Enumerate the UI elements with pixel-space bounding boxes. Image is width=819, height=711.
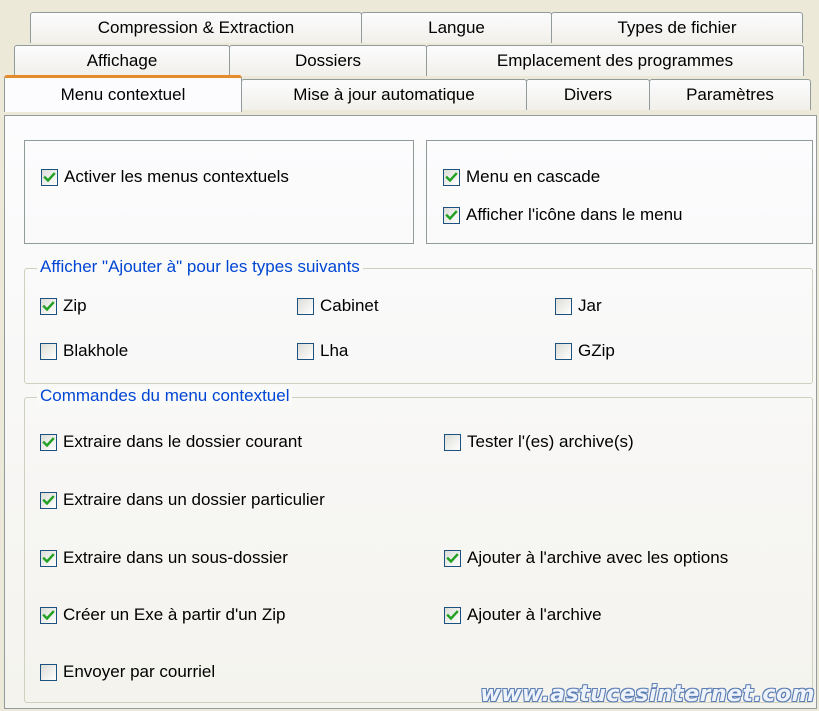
checkbox-icon[interactable] <box>444 549 461 567</box>
checkbox-icon[interactable] <box>443 206 460 224</box>
tab-menu-contextuel[interactable]: Menu contextuel <box>4 75 242 112</box>
extract-subfolder-checkbox[interactable]: Extraire dans un sous-dossier <box>40 548 288 568</box>
context-commands-legend: Commandes du menu contextuel <box>37 386 293 406</box>
extract-current-folder-checkbox[interactable]: Extraire dans le dossier courant <box>40 432 302 452</box>
cascade-menu-label: Menu en cascade <box>466 167 601 186</box>
tab-emplacement-des-programmes[interactable]: Emplacement des programmes <box>426 45 804 76</box>
extract-specific-folder-checkbox[interactable]: Extraire dans un dossier particulier <box>40 490 325 510</box>
checkbox-icon[interactable] <box>40 663 57 681</box>
command-label: Envoyer par courriel <box>63 662 216 681</box>
type-label: Blakhole <box>63 341 129 360</box>
type-label: GZip <box>578 341 615 360</box>
context-commands-group: Commandes du menu contextuel Extraire da… <box>24 386 813 703</box>
cascade-menu-checkbox[interactable]: Menu en cascade <box>443 167 600 187</box>
show-icon-label: Afficher l'icône dans le menu <box>466 205 683 224</box>
add-archive-checkbox[interactable]: Ajouter à l'archive <box>444 605 602 625</box>
checkbox-icon[interactable] <box>40 491 57 509</box>
create-exe-checkbox[interactable]: Créer un Exe à partir d'un Zip <box>40 605 285 625</box>
type-jar-checkbox[interactable]: Jar <box>555 296 602 316</box>
watermark-text: www.astucesinternet.com <box>480 682 815 707</box>
tab-types-de-fichier[interactable]: Types de fichier <box>551 12 803 43</box>
tab-langue[interactable]: Langue <box>361 12 552 43</box>
checkbox-icon[interactable] <box>40 297 57 315</box>
type-blakhole-checkbox[interactable]: Blakhole <box>40 341 128 361</box>
type-lha-checkbox[interactable]: Lha <box>297 341 348 361</box>
checkbox-icon[interactable] <box>41 168 58 186</box>
type-label: Zip <box>63 296 87 315</box>
type-label: Cabinet <box>320 296 379 315</box>
show-icon-checkbox[interactable]: Afficher l'icône dans le menu <box>443 205 683 225</box>
checkbox-icon[interactable] <box>444 433 461 451</box>
type-zip-checkbox[interactable]: Zip <box>40 296 87 316</box>
type-label: Jar <box>578 296 602 315</box>
checkbox-icon[interactable] <box>40 433 57 451</box>
command-label: Extraire dans le dossier courant <box>63 432 303 451</box>
command-label: Créer un Exe à partir d'un Zip <box>63 605 286 624</box>
enable-context-menu-box: Activer les menus contextuels <box>24 140 414 244</box>
type-gzip-checkbox[interactable]: GZip <box>555 341 615 361</box>
checkbox-icon[interactable] <box>40 342 57 360</box>
command-label: Tester l'(es) archive(s) <box>467 432 634 451</box>
command-label: Ajouter à l'archive avec les options <box>467 548 729 567</box>
tab-dossiers[interactable]: Dossiers <box>229 45 427 76</box>
tab-compression-extraction[interactable]: Compression & Extraction <box>30 12 362 43</box>
tab-row-2: Affichage Dossiers Emplacement des progr… <box>14 45 804 76</box>
checkbox-icon[interactable] <box>40 606 57 624</box>
tab-divers[interactable]: Divers <box>526 79 650 110</box>
command-label: Extraire dans un sous-dossier <box>63 548 288 567</box>
send-email-checkbox[interactable]: Envoyer par courriel <box>40 662 215 682</box>
type-cabinet-checkbox[interactable]: Cabinet <box>297 296 379 316</box>
enable-context-menu-checkbox[interactable]: Activer les menus contextuels <box>41 167 289 187</box>
tab-row-3: Menu contextuel Mise à jour automatique … <box>4 75 811 112</box>
cascade-options-box: Menu en cascade Afficher l'icône dans le… <box>426 140 813 244</box>
type-label: Lha <box>320 341 349 360</box>
command-label: Ajouter à l'archive <box>467 605 602 624</box>
checkbox-icon[interactable] <box>555 297 572 315</box>
enable-context-menu-label: Activer les menus contextuels <box>64 167 289 186</box>
add-to-types-legend: Afficher "Ajouter à" pour les types suiv… <box>37 257 363 277</box>
add-to-types-group: Afficher "Ajouter à" pour les types suiv… <box>24 257 813 384</box>
checkbox-icon[interactable] <box>555 342 572 360</box>
checkbox-icon[interactable] <box>297 342 314 360</box>
add-archive-options-checkbox[interactable]: Ajouter à l'archive avec les options <box>444 548 728 568</box>
tab-parametres[interactable]: Paramètres <box>649 79 811 110</box>
test-archive-checkbox[interactable]: Tester l'(es) archive(s) <box>444 432 634 452</box>
checkbox-icon[interactable] <box>297 297 314 315</box>
tab-row-1: Compression & Extraction Langue Types de… <box>30 12 803 43</box>
tab-mise-a-jour-automatique[interactable]: Mise à jour automatique <box>241 79 527 110</box>
checkbox-icon[interactable] <box>40 549 57 567</box>
command-label: Extraire dans un dossier particulier <box>63 490 325 509</box>
tab-panel-menu-contextuel: Activer les menus contextuels Menu en ca… <box>4 115 817 709</box>
tab-affichage[interactable]: Affichage <box>14 45 230 76</box>
checkbox-icon[interactable] <box>443 168 460 186</box>
checkbox-icon[interactable] <box>444 606 461 624</box>
